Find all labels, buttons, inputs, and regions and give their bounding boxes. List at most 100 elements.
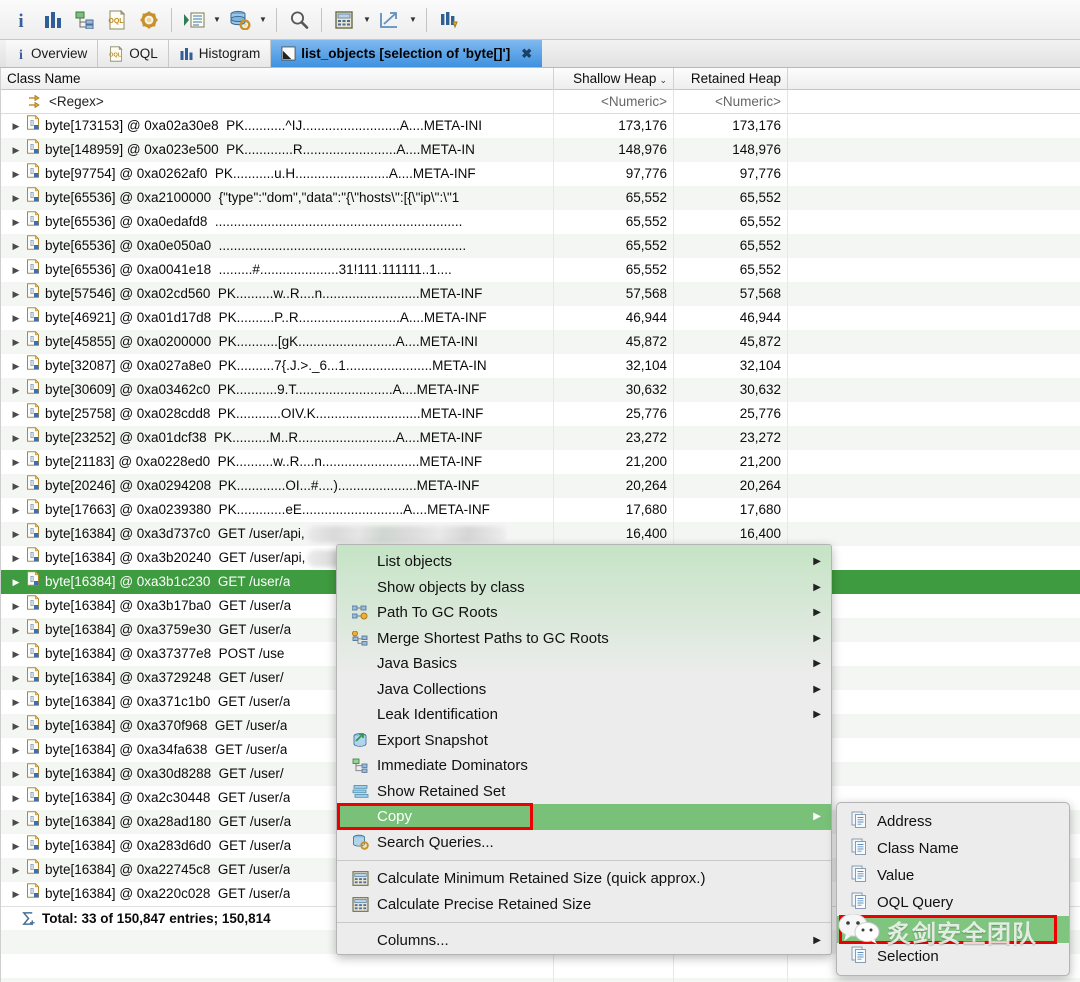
expand-arrow-icon[interactable]: ▶	[11, 313, 21, 323]
submenu-item-selection[interactable]: Selection	[837, 943, 1069, 970]
search-icon[interactable]	[284, 5, 314, 35]
expand-arrow-icon[interactable]: ▶	[11, 697, 21, 707]
column-header-shallow-heap[interactable]: Shallow Heap ⌄	[554, 67, 674, 90]
copy-submenu[interactable]: Address Class Name Value OQL Query Selection	[836, 802, 1070, 976]
table-row[interactable]: ▶ [] byte[16384] @ 0xa3d737c0 GET /user/ap…	[1, 522, 1080, 546]
submenu-item-address[interactable]: Address	[837, 808, 1069, 835]
expand-arrow-icon[interactable]: ▶	[11, 481, 21, 491]
close-icon[interactable]: ✖	[521, 46, 532, 62]
dominator-tree-icon[interactable]	[70, 5, 100, 35]
calculator-icon[interactable]	[329, 5, 359, 35]
expand-arrow-icon[interactable]: ▶	[11, 625, 21, 635]
table-row[interactable]: ▶ [] byte[25758] @ 0xa028cdd8 PK..........…	[1, 402, 1080, 426]
menu-item-list-objects[interactable]: List objects ▶	[337, 549, 831, 575]
submenu-item-watermark-covered[interactable]	[837, 916, 1069, 943]
expand-arrow-icon[interactable]: ▶	[11, 529, 21, 539]
cell-class-name[interactable]: ▶ [] byte[65536] @ 0xa0edafd8 ............…	[1, 210, 554, 234]
menu-item-leak-identification[interactable]: Leak Identification ▶	[337, 702, 831, 728]
cell-class-name[interactable]: ▶ [] byte[17663] @ 0xa0239380 PK..........…	[1, 498, 554, 522]
leak-suspects-icon[interactable]	[134, 5, 164, 35]
cell-class-name[interactable]: ▶ [] byte[57546] @ 0xa02cd560 PK..........…	[1, 282, 554, 306]
filter-class-name[interactable]: <Regex>	[1, 89, 554, 114]
table-row[interactable]: ▶ [] byte[57546] @ 0xa02cd560 PK..........…	[1, 282, 1080, 306]
cell-class-name[interactable]: ▶ [] byte[148959] @ 0xa023e500 PK.........…	[1, 138, 554, 162]
cell-class-name[interactable]: ▶ [] byte[45855] @ 0xa0200000 PK..........…	[1, 330, 554, 354]
run-query-icon[interactable]	[179, 5, 209, 35]
table-row[interactable]: ▶ [] byte[65536] @ 0xa2100000 {"type":"dom…	[1, 186, 1080, 210]
table-row[interactable]: ▶ [] byte[46921] @ 0xa01d17d8 PK..........…	[1, 306, 1080, 330]
menu-item-export-snapshot[interactable]: Export Snapshot	[337, 728, 831, 754]
cell-class-name[interactable]: ▶ [] byte[173153] @ 0xa02a30e8 PK.........…	[1, 114, 554, 138]
expand-arrow-icon[interactable]: ▶	[11, 553, 21, 563]
expand-arrow-icon[interactable]: ▶	[11, 505, 21, 515]
submenu-item-oql-query[interactable]: OQL Query	[837, 889, 1069, 916]
expand-arrow-icon[interactable]: ▶	[11, 265, 21, 275]
menu-item-merge-shortest-paths-to-gc-roots[interactable]: Merge Shortest Paths to GC Roots ▶	[337, 626, 831, 652]
table-row[interactable]: ▶ [] byte[17663] @ 0xa0239380 PK..........…	[1, 498, 1080, 522]
expand-arrow-icon[interactable]: ▶	[11, 241, 21, 251]
expand-arrow-icon[interactable]: ▶	[11, 361, 21, 371]
query-browser-dropdown-arrow[interactable]: ▼	[257, 6, 269, 34]
expand-arrow-icon[interactable]: ▶	[11, 169, 21, 179]
expand-arrow-icon[interactable]: ▶	[11, 649, 21, 659]
menu-item-search-queries[interactable]: Search Queries...	[337, 830, 831, 856]
calculator-dropdown-arrow[interactable]: ▼	[361, 6, 373, 34]
cell-class-name[interactable]: ▶ [] byte[65536] @ 0xa0041e18 .........#..…	[1, 258, 554, 282]
table-row[interactable]: ▶ [] byte[30609] @ 0xa03462c0 PK..........…	[1, 378, 1080, 402]
table-row[interactable]: ▶ [] byte[173153] @ 0xa02a30e8 PK.........…	[1, 114, 1080, 138]
menu-item-calculate-precise-retained-size[interactable]: Calculate Precise Retained Size	[337, 892, 831, 918]
tab-oql[interactable]: OQL OQL	[98, 40, 169, 67]
expand-arrow-icon[interactable]: ▶	[11, 577, 21, 587]
cell-class-name[interactable]: ▶ [] byte[32087] @ 0xa027a8e0 PK..........…	[1, 354, 554, 378]
context-menu[interactable]: List objects ▶ Show objects by class ▶ Path …	[336, 544, 832, 955]
expand-arrow-icon[interactable]: ▶	[11, 721, 21, 731]
cell-class-name[interactable]: ▶ [] byte[20246] @ 0xa0294208 PK..........…	[1, 474, 554, 498]
cell-class-name[interactable]: ▶ [] byte[65536] @ 0xa2100000 {"type":"dom…	[1, 186, 554, 210]
column-header-class-name[interactable]: Class Name	[1, 67, 554, 90]
menu-item-columns[interactable]: Columns... ▶	[337, 928, 831, 954]
menu-item-calculate-minimum-retained-size-quick-approx[interactable]: Calculate Minimum Retained Size (quick a…	[337, 866, 831, 892]
tab-histogram[interactable]: Histogram	[168, 40, 272, 67]
submenu-item-value[interactable]: Value	[837, 862, 1069, 889]
export-icon[interactable]	[375, 5, 405, 35]
table-row[interactable]: ▶ [] byte[148959] @ 0xa023e500 PK.........…	[1, 138, 1080, 162]
expand-arrow-icon[interactable]: ▶	[11, 457, 21, 467]
export-dropdown-arrow[interactable]: ▼	[407, 6, 419, 34]
expand-arrow-icon[interactable]: ▶	[11, 289, 21, 299]
info-icon[interactable]: i	[6, 5, 36, 35]
cell-class-name[interactable]: ▶ [] byte[46921] @ 0xa01d17d8 PK..........…	[1, 306, 554, 330]
menu-item-copy[interactable]: Copy ▶	[337, 804, 831, 830]
expand-arrow-icon[interactable]: ▶	[11, 673, 21, 683]
expand-arrow-icon[interactable]: ▶	[11, 601, 21, 611]
expand-arrow-icon[interactable]: ▶	[11, 889, 21, 899]
oql-icon[interactable]: OQL	[102, 5, 132, 35]
run-query-dropdown-arrow[interactable]: ▼	[211, 6, 223, 34]
menu-item-immediate-dominators[interactable]: Immediate Dominators	[337, 753, 831, 779]
cell-class-name[interactable]: ▶ [] byte[25758] @ 0xa028cdd8 PK..........…	[1, 402, 554, 426]
expand-arrow-icon[interactable]: ▶	[11, 817, 21, 827]
expand-arrow-icon[interactable]: ▶	[11, 793, 21, 803]
cell-class-name[interactable]: ▶ [] byte[65536] @ 0xa0e050a0 ............…	[1, 234, 554, 258]
table-row[interactable]: ▶ [] byte[65536] @ 0xa0e050a0 ............…	[1, 234, 1080, 258]
expand-arrow-icon[interactable]: ▶	[11, 841, 21, 851]
table-row[interactable]: ▶ [] byte[65536] @ 0xa0041e18 .........#..…	[1, 258, 1080, 282]
column-header-retained-heap[interactable]: Retained Heap	[674, 67, 788, 90]
expand-arrow-icon[interactable]: ▶	[11, 193, 21, 203]
expand-arrow-icon[interactable]: ▶	[11, 121, 21, 131]
table-row[interactable]: ▶ [] byte[23252] @ 0xa01dcf38 PK..........…	[1, 426, 1080, 450]
cell-class-name[interactable]: ▶ [] byte[16384] @ 0xa3d737c0 GET /user/ap…	[1, 522, 554, 546]
table-row[interactable]: ▶ [] byte[45855] @ 0xa0200000 PK..........…	[1, 330, 1080, 354]
menu-item-java-basics[interactable]: Java Basics ▶	[337, 651, 831, 677]
cell-class-name[interactable]: ▶ [] byte[30609] @ 0xa03462c0 PK..........…	[1, 378, 554, 402]
expand-arrow-icon[interactable]: ▶	[11, 217, 21, 227]
tab-list-objects[interactable]: list_objects [selection of 'byte[]'] ✖	[271, 40, 543, 67]
expand-arrow-icon[interactable]: ▶	[11, 145, 21, 155]
expand-arrow-icon[interactable]: ▶	[11, 769, 21, 779]
menu-item-show-retained-set[interactable]: Show Retained Set	[337, 779, 831, 805]
cell-class-name[interactable]: ▶ [] byte[97754] @ 0xa0262af0 PK..........…	[1, 162, 554, 186]
table-row[interactable]: ▶ [] byte[65536] @ 0xa0edafd8 ............…	[1, 210, 1080, 234]
expand-arrow-icon[interactable]: ▶	[11, 337, 21, 347]
filter-shallow-heap[interactable]: <Numeric>	[554, 89, 674, 114]
filter-retained-heap[interactable]: <Numeric>	[674, 89, 788, 114]
compare-icon[interactable]	[434, 5, 464, 35]
